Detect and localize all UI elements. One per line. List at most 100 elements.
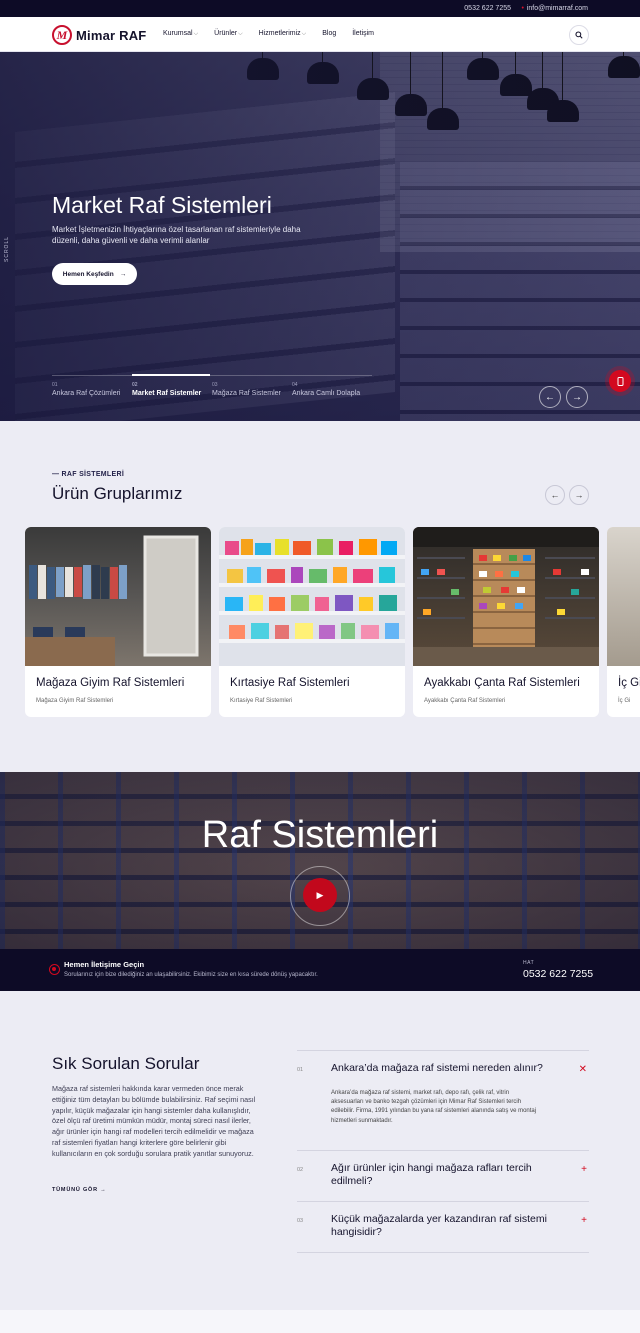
contact-pulse-icon xyxy=(49,964,60,975)
product-card-title: Ayakkabı Çanta Raf Sistemleri xyxy=(424,677,580,689)
slide-num: 01 xyxy=(52,382,58,388)
logo-text: Mimar RAF xyxy=(76,27,147,43)
video-title: Raf Sistemleri xyxy=(201,814,439,856)
plus-icon[interactable]: + xyxy=(581,1164,587,1175)
faq-see-all-link[interactable]: TÜMÜNÜ GÖR → xyxy=(52,1187,107,1193)
faq-title: Sık Sorulan Sorular xyxy=(52,1054,200,1073)
product-image-stationery xyxy=(219,527,405,666)
section-title: Ürün Gruplarımız xyxy=(52,484,183,503)
slide-tabs: 01 Ankara Raf Çözümleri 02 Market Raf Sist… xyxy=(52,374,372,397)
faq-see-all-label: TÜMÜNÜ GÖR xyxy=(52,1187,98,1193)
topbar-separator: • xyxy=(521,5,524,12)
slide-tab-3[interactable]: 03 Mağaza Raf Sistemler xyxy=(212,376,292,397)
nav-item-label: Hizmetlerimiz xyxy=(258,30,301,37)
arrow-right-icon: → xyxy=(572,391,582,403)
slide-tab-1[interactable]: 01 Ankara Raf Çözümleri xyxy=(52,376,132,397)
chevron-down-icon: ⌵ xyxy=(301,31,307,37)
faq-question: Küçük mağazalarda yer kazandıran raf sis… xyxy=(331,1213,547,1238)
slide-tab-2[interactable]: 02 Market Raf Sistemler xyxy=(132,374,212,397)
faq-question: Ağır ürünler için hangi mağaza rafları t… xyxy=(331,1162,532,1187)
logo-mark-icon: M xyxy=(52,25,72,45)
nav-item-kurumsal[interactable]: Kurumsal⌵ xyxy=(163,30,198,38)
contact-title: Hemen İletişime Geçin xyxy=(64,960,145,969)
slide-label: Ankara Raf Çözümleri xyxy=(52,390,121,397)
contact-text: Sorularınız için bize dilediğiniz an ula… xyxy=(64,972,318,978)
chevron-down-icon: ⌵ xyxy=(238,31,243,37)
search-icon xyxy=(575,31,583,39)
topbar-phone-link[interactable]: 0532 622 7255 xyxy=(464,5,511,12)
plus-icon[interactable]: + xyxy=(581,1215,587,1226)
arrow-right-icon: → xyxy=(100,1187,107,1193)
product-card-subtitle: İç Gi xyxy=(618,698,631,704)
topbar-email-link[interactable]: info@mimarraf.com xyxy=(527,5,588,12)
product-card-title: Mağaza Giyim Raf Sistemleri xyxy=(36,677,185,689)
faq-num: 01 xyxy=(297,1067,304,1073)
product-card[interactable]: Kırtasiye Raf Sistemleri Kırtasiye Raf S… xyxy=(219,527,405,717)
contact-phone-link[interactable]: 0532 622 7255 xyxy=(523,968,593,980)
product-card-subtitle: Mağaza Giyim Raf Sistemleri xyxy=(36,698,114,704)
faq-item[interactable]: 03 Küçük mağazalarda yer kazandıran raf … xyxy=(297,1201,589,1253)
hero-slider: SCROLL Market Raf Sistemleri Market İşle… xyxy=(0,52,640,421)
slide-num: 04 xyxy=(292,382,298,388)
product-card[interactable]: Ayakkabı Çanta Raf Sistemleri Ayakkabı Ç… xyxy=(413,527,599,717)
contact-phone-label: HAT xyxy=(523,960,535,966)
scroll-indicator: SCROLL xyxy=(4,235,10,262)
nav-item-label: Kurumsal xyxy=(163,30,193,37)
play-button[interactable]: ▶ xyxy=(303,878,337,912)
search-button[interactable] xyxy=(569,25,589,45)
top-bar: 0532 622 7255 • info@mimarraf.com xyxy=(0,0,640,17)
nav-item-iletisim[interactable]: İletişim xyxy=(352,30,374,38)
arrow-left-icon: ← xyxy=(545,391,555,403)
product-image-clothing xyxy=(25,527,211,666)
product-image-underwear xyxy=(607,527,640,666)
faq-answer: Ankara’da mağaza raf sistemi, market raf… xyxy=(331,1090,537,1124)
close-icon[interactable]: ✕ xyxy=(579,1064,587,1075)
site-header: M Mimar RAF Kurumsal⌵ Ürünler⌵ Hizmetler… xyxy=(0,17,640,52)
footer-start xyxy=(0,1310,640,1333)
products-prev-button[interactable]: ← xyxy=(545,485,565,505)
main-nav: Kurumsal⌵ Ürünler⌵ Hizmetlerimiz⌵ Blog İ… xyxy=(163,30,390,38)
play-icon: ▶ xyxy=(316,889,324,900)
slide-label: Market Raf Sistemler xyxy=(132,390,202,397)
faq-num: 03 xyxy=(297,1218,304,1224)
product-image-shoes xyxy=(413,527,599,666)
hero-cta-button[interactable]: Hemen Keşfedin → xyxy=(52,263,137,285)
arrow-right-icon: → xyxy=(119,270,127,278)
page: 0532 622 7255 • info@mimarraf.com M Mima… xyxy=(0,0,640,1333)
product-card[interactable]: İç Gi İç Gi xyxy=(607,527,640,717)
slide-tab-4[interactable]: 04 Ankara Camlı Dolapla xyxy=(292,376,372,397)
product-card-title: Kırtasiye Raf Sistemleri xyxy=(230,677,350,689)
slide-num: 03 xyxy=(212,382,218,388)
slide-num: 02 xyxy=(132,382,138,388)
faq-item[interactable]: 02 Ağır ürünler için hangi mağaza raflar… xyxy=(297,1150,589,1202)
products-next-button[interactable]: → xyxy=(569,485,589,505)
slide-label: Ankara Camlı Dolapla xyxy=(292,390,361,397)
product-card-subtitle: Kırtasiye Raf Sistemleri xyxy=(230,698,293,704)
product-card-subtitle: Ayakkabı Çanta Raf Sistemleri xyxy=(424,698,506,704)
faq-num: 02 xyxy=(297,1167,304,1173)
hero-next-button[interactable]: → xyxy=(566,386,588,408)
arrow-right-icon: → xyxy=(574,490,584,500)
faq-item-open[interactable]: 01 Ankara’da mağaza raf sistemi nereden … xyxy=(297,1050,589,1150)
hero-title: Market Raf Sistemleri xyxy=(52,192,272,218)
section-eyebrow: — RAF SİSTEMLERİ xyxy=(52,471,125,478)
contact-strip: Hemen İletişime Geçin Sorularınız için b… xyxy=(0,949,640,991)
hero-prev-button[interactable]: ← xyxy=(539,386,561,408)
cta-label: Hemen Keşfedin xyxy=(62,270,114,278)
phone-fab-button[interactable] xyxy=(609,370,631,392)
faq-divider xyxy=(297,1252,589,1253)
faq-intro: Mağaza raf sistemleri hakkında karar ver… xyxy=(52,1084,256,1158)
hero-text: Market İşletmenizin İhtiyaçlarına özel t… xyxy=(52,225,301,245)
chevron-down-icon: ⌵ xyxy=(193,31,199,37)
nav-item-urunler[interactable]: Ürünler⌵ xyxy=(214,30,243,38)
phone-icon xyxy=(617,376,623,386)
product-card[interactable]: Mağaza Giyim Raf Sistemleri Mağaza Giyim… xyxy=(25,527,211,717)
product-card-title: İç Gi xyxy=(618,677,640,689)
logo[interactable]: M Mimar RAF xyxy=(52,25,146,45)
nav-item-label: Ürünler xyxy=(214,30,238,37)
slide-label: Mağaza Raf Sistemler xyxy=(212,390,281,397)
nav-item-blog[interactable]: Blog xyxy=(322,30,336,38)
nav-item-hizmetlerimiz[interactable]: Hizmetlerimiz⌵ xyxy=(259,30,307,38)
faq-question: Ankara’da mağaza raf sistemi nereden alı… xyxy=(331,1062,543,1074)
arrow-left-icon: ← xyxy=(550,490,560,500)
